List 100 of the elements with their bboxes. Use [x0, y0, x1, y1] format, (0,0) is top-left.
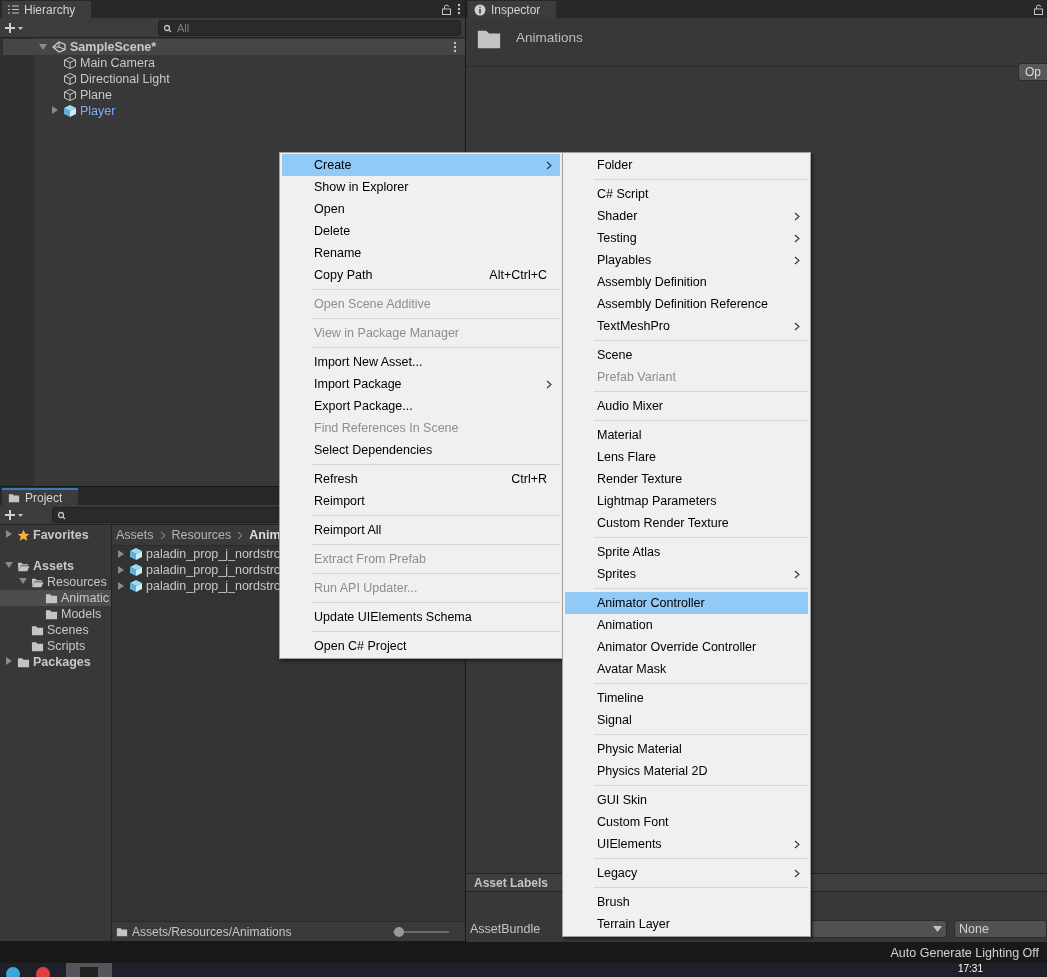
asset-item[interactable]: paladin_prop_j_nordstro	[146, 579, 281, 593]
menu-item[interactable]: Custom Font	[565, 811, 808, 833]
menu-item[interactable]: Timeline	[565, 687, 808, 709]
menu-item[interactable]: Import New Asset...	[282, 351, 560, 373]
lock-icon[interactable]	[442, 3, 451, 15]
menu-item[interactable]: Terrain Layer	[565, 913, 808, 935]
info-icon	[474, 3, 486, 16]
project-tab[interactable]: Project	[2, 488, 79, 505]
tree-item[interactable]: Scripts	[47, 639, 86, 653]
folder-icon	[45, 607, 58, 621]
open-button[interactable]: Op	[1018, 63, 1047, 81]
menu-item[interactable]: Testing	[565, 227, 808, 249]
tab-label: Inspector	[491, 2, 541, 17]
menu-item[interactable]: Scene	[565, 344, 808, 366]
more-options-icon[interactable]	[457, 3, 461, 15]
menu-item[interactable]: Reimport All	[282, 519, 560, 541]
tree-item[interactable]: Favorites	[33, 528, 89, 542]
menu-item[interactable]: Material	[565, 424, 808, 446]
menu-item[interactable]: Import Package	[282, 373, 560, 395]
menu-item[interactable]: Update UIElements Schema	[282, 606, 560, 628]
menu-item[interactable]: Folder	[565, 154, 808, 176]
menu-item[interactable]: Physic Material	[565, 738, 808, 760]
folder-icon	[31, 639, 44, 653]
menu-item[interactable]: C# Script	[565, 183, 808, 205]
tree-item[interactable]: Resources	[47, 575, 107, 589]
cube-icon	[63, 56, 77, 70]
hierarchy-tab[interactable]: Hierarchy	[2, 1, 92, 18]
breadcrumb-item[interactable]: Assets	[116, 528, 154, 542]
menu-item[interactable]: Lightmap Parameters	[565, 490, 808, 512]
menu-item[interactable]: Brush	[565, 891, 808, 913]
dropdown[interactable]: None	[954, 920, 1047, 938]
hierarchy-item[interactable]: Plane	[80, 88, 112, 102]
tree-item[interactable]: Assets	[33, 559, 74, 573]
menu-item[interactable]: Assembly Definition Reference	[565, 293, 808, 315]
menu-item[interactable]: Sprites	[565, 563, 808, 585]
tree-item[interactable]: Packages	[33, 655, 91, 669]
asset-title: Animations	[516, 30, 583, 45]
menu-item[interactable]: Avatar Mask	[565, 658, 808, 680]
cube-logo-icon	[52, 41, 66, 53]
menu-item[interactable]: Animator Controller	[565, 592, 808, 614]
expand-arrow-icon[interactable]	[4, 529, 14, 539]
menu-item[interactable]: UIElements	[565, 833, 808, 855]
add-dropdown-icon[interactable]	[4, 508, 24, 521]
menu-item[interactable]: Copy Path Alt+Ctrl+C	[282, 264, 560, 286]
add-dropdown-icon[interactable]	[4, 21, 24, 34]
menu-item[interactable]: TextMeshPro	[565, 315, 808, 337]
menu-item[interactable]: Render Texture	[565, 468, 808, 490]
menu-item[interactable]: Shader	[565, 205, 808, 227]
star-icon	[17, 528, 30, 542]
menu-item[interactable]: Open C# Project	[282, 635, 560, 657]
menu-item[interactable]: Rename	[282, 242, 560, 264]
folder-icon	[17, 655, 30, 669]
more-options-icon[interactable]	[453, 41, 457, 53]
menu-item[interactable]: Sprite Atlas	[565, 541, 808, 563]
menu-item[interactable]: Lens Flare	[565, 446, 808, 468]
cube-icon	[63, 104, 77, 118]
cube-icon	[63, 88, 77, 102]
cube-icon	[129, 563, 143, 577]
menu-item[interactable]: Playables	[565, 249, 808, 271]
tree-item[interactable]: Models	[61, 607, 102, 621]
tree-item[interactable]: Scenes	[47, 623, 89, 637]
menu-item[interactable]: GUI Skin	[565, 789, 808, 811]
menu-item[interactable]: Refresh Ctrl+R	[282, 468, 560, 490]
scene-name: SampleScene*	[70, 40, 157, 54]
menu-item[interactable]: Signal	[565, 709, 808, 731]
status-text: Auto Generate Lighting Off	[890, 945, 1039, 960]
expand-arrow-icon[interactable]	[50, 105, 60, 115]
caret-icon	[933, 926, 942, 932]
hierarchy-item[interactable]: Main Camera	[80, 56, 156, 70]
menu-item[interactable]: Export Package...	[282, 395, 560, 417]
menu-item[interactable]: Show in Explorer	[282, 176, 560, 198]
expand-arrow-icon[interactable]	[4, 656, 14, 666]
list-icon	[8, 5, 19, 14]
tab-label: Hierarchy	[24, 2, 76, 17]
breadcrumb-item[interactable]: Anim	[249, 528, 281, 542]
chevron-icon	[159, 530, 166, 540]
cube-icon	[63, 72, 77, 86]
hierarchy-item[interactable]: Player	[80, 104, 116, 118]
menu-item[interactable]: Select Dependencies	[282, 439, 560, 461]
asset-item[interactable]: paladin_prop_j_nordstro	[146, 547, 281, 561]
menu-item[interactable]: Animation	[565, 614, 808, 636]
asset-item[interactable]: paladin_prop_j_nordstro	[146, 563, 281, 577]
menu-item[interactable]: Delete	[282, 220, 560, 242]
inspector-tab[interactable]: Inspector	[468, 1, 557, 18]
menu-item[interactable]: Physics Material 2D	[565, 760, 808, 782]
menu-item[interactable]: Assembly Definition	[565, 271, 808, 293]
menu-item[interactable]: Open	[282, 198, 560, 220]
lock-icon[interactable]	[1034, 3, 1043, 15]
menu-item[interactable]: Audio Mixer	[565, 395, 808, 417]
slider-thumb[interactable]	[393, 926, 404, 937]
collapse-arrow-icon[interactable]	[38, 42, 48, 52]
scene-row[interactable]: SampleScene*	[3, 39, 465, 55]
menu-item[interactable]: Create	[282, 154, 560, 176]
menu-item[interactable]: Custom Render Texture	[565, 512, 808, 534]
menu-item[interactable]: Reimport	[282, 490, 560, 512]
breadcrumb-item[interactable]: Resources	[171, 528, 232, 542]
search-field[interactable]: All	[158, 19, 461, 36]
menu-item[interactable]: Animator Override Controller	[565, 636, 808, 658]
cube-icon	[129, 547, 143, 561]
hierarchy-item[interactable]: Directional Light	[80, 72, 170, 86]
